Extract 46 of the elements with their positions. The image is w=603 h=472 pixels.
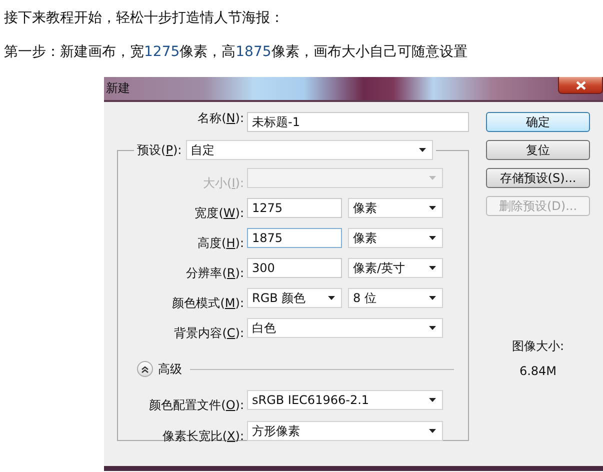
input-field[interactable]: 未标题-1 <box>247 112 469 132</box>
image-size-value: 6.84M <box>518 364 558 378</box>
field-label: 名称(N): <box>196 110 245 126</box>
close-button[interactable] <box>558 77 603 94</box>
field-label: 宽度(W): <box>194 204 245 222</box>
paragraph: 接下来教程开始，轻松十步打造情人节海报： <box>4 9 285 27</box>
section-label: 高级 <box>158 360 182 378</box>
window-title: 新建 <box>105 80 130 97</box>
input-field[interactable]: 300 <box>247 258 342 278</box>
caret-icon <box>429 429 436 433</box>
field-label: 大小(I): <box>202 174 245 192</box>
caret-icon <box>418 148 426 152</box>
field-label: 分辨率(R): <box>185 264 245 282</box>
image-size-label: 图像大小: <box>510 338 566 355</box>
dropdown[interactable]: RGB 颜色 <box>247 288 342 308</box>
caret-icon <box>429 236 436 240</box>
dropdown[interactable]: 像素 <box>348 228 443 248</box>
field-label: 颜色模式(M): <box>171 294 245 312</box>
caret-icon <box>429 398 436 402</box>
dropdown[interactable]: sRGB IEC61966-2.1 <box>247 390 443 410</box>
dialog-button[interactable]: 确定 <box>486 112 590 132</box>
close-icon <box>576 80 586 90</box>
expand-toggle[interactable] <box>137 361 153 377</box>
dialog-button[interactable]: 复位 <box>486 140 590 160</box>
field-label: 像素长宽比(X): <box>161 428 245 445</box>
dropdown[interactable]: 白色 <box>247 318 443 338</box>
dropdown[interactable]: 像素 <box>348 198 443 218</box>
caret-icon <box>429 266 436 270</box>
dialog-button[interactable]: 存储预设(S)... <box>486 168 590 188</box>
caret-icon <box>429 326 436 330</box>
caret-icon <box>429 176 436 180</box>
caret-icon <box>328 296 335 300</box>
dropdown[interactable]: 自定 <box>186 140 433 160</box>
input-field[interactable]: 1875 <box>247 228 342 248</box>
chevron-up-icon <box>141 366 149 372</box>
field-label: 颜色配置文件(O): <box>148 397 245 414</box>
dropdown[interactable]: 8 位 <box>348 288 443 308</box>
input-field[interactable]: 1275 <box>247 198 342 218</box>
field-label: 背景内容(C): <box>173 324 245 342</box>
dropdown[interactable]: 像素/英寸 <box>348 258 443 278</box>
field-label: 预设(P): <box>137 142 183 158</box>
caret-icon <box>429 206 436 210</box>
dropdown[interactable]: 方形像素 <box>247 421 443 441</box>
paragraph: 第一步：新建画布，宽1275像素，高1875像素，画布大小自己可随意设置 <box>4 43 468 61</box>
caret-icon <box>429 296 436 300</box>
field-label: 高度(H): <box>196 234 245 252</box>
